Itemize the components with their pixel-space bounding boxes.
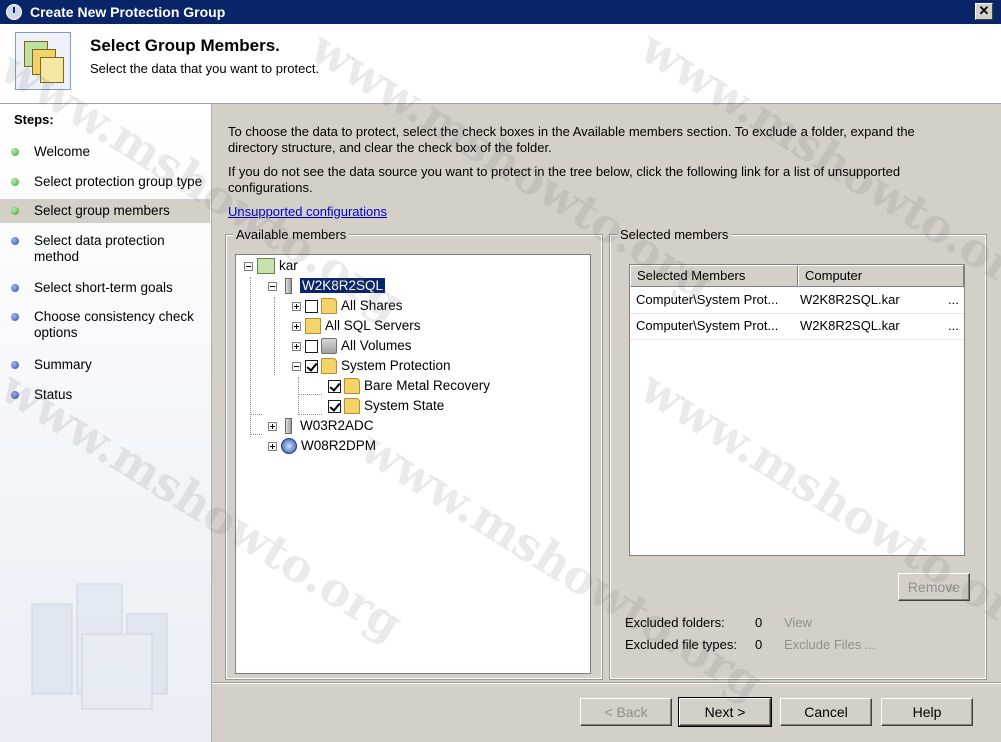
column-computer[interactable]: Computer [798,265,964,287]
selected-members-list[interactable]: Selected Members Computer Computer\Syste… [629,264,965,556]
server-icon [285,278,292,295]
cancel-button[interactable]: Cancel [780,698,872,726]
expand-icon[interactable] [268,421,277,431]
available-members-group: Available members kar W2K8R2SQL All Shar… [225,227,603,680]
bare-metal-recovery-checkbox[interactable] [328,379,341,393]
title-bar: Create New Protection Group ✕ [0,0,1001,24]
step-current-icon [11,207,19,215]
next-button[interactable]: Next > [678,697,772,727]
footer-divider [213,682,1001,684]
step-pending-icon [11,361,19,369]
expand-icon[interactable] [292,341,301,351]
excluded-file-types-count: 0 [755,637,763,652]
step-summary: Summary [0,353,210,377]
tree-node-bare-metal-recovery[interactable]: Bare Metal Recovery [328,377,490,395]
collapse-icon[interactable] [268,281,277,291]
bmr-icon [344,378,360,395]
tree-node-all-volumes[interactable]: All Volumes [292,337,412,355]
tree-node-kar[interactable]: kar [244,257,298,275]
expand-icon[interactable] [292,321,301,331]
app-icon [6,4,22,20]
step-complete-icon [11,178,19,186]
selected-members-group: Selected members Selected Members Comput… [609,227,987,680]
list-item[interactable]: Computer\System Prot... W2K8R2SQL.kar ..… [630,313,964,340]
expand-icon[interactable] [268,441,277,451]
selected-members-label: Selected members [617,227,732,242]
step-select-members: Select group members [0,199,210,223]
collapse-icon[interactable] [292,361,301,371]
exclude-files-link[interactable]: Exclude Files ... [784,637,876,652]
step-welcome: Welcome [0,140,210,164]
system-protection-checkbox[interactable] [305,359,318,373]
step-pending-icon [11,313,19,321]
remove-button[interactable]: Remove [898,573,970,601]
wizard-content: To choose the data to protect, select th… [213,104,1001,682]
excluded-folders-label: Excluded folders: [625,615,725,630]
step-short-term-goals: Select short-term goals [0,276,210,300]
available-members-label: Available members [233,227,350,242]
unsupported-configurations-link[interactable]: Unsupported configurations [228,204,387,219]
unsupported-text: If you do not see the data source you wa… [228,164,901,195]
server-icon [285,418,292,435]
tree-node-all-shares[interactable]: All Shares [292,297,403,315]
shares-icon [321,298,337,315]
step-status: Status [0,383,210,407]
domain-icon [257,258,275,275]
system-state-checkbox[interactable] [328,399,341,413]
wizard-header: Select Group Members. Select the data th… [0,24,1001,104]
list-header: Selected Members Computer [630,265,964,287]
step-consistency-check: Choose consistency check options [0,305,210,345]
servers-illustration [31,583,168,710]
step-pending-icon [11,237,19,245]
help-button[interactable]: Help [881,698,973,726]
all-shares-checkbox[interactable] [305,299,318,313]
steps-title: Steps: [14,112,54,127]
step-select-method: Select data protection method [0,229,210,269]
tree-node-w03r2adc[interactable]: W03R2ADC [268,417,374,435]
tree-node-system-state[interactable]: System State [328,397,444,415]
sql-icon [305,318,321,335]
excluded-folders-count: 0 [755,615,763,630]
all-volumes-checkbox[interactable] [305,339,318,353]
system-protection-icon [321,358,337,375]
close-button[interactable]: ✕ [975,3,993,20]
tree-node-all-sql-servers[interactable]: All SQL Servers [292,317,421,335]
volumes-icon [321,338,337,355]
page-subtitle: Select the data that you want to protect… [90,61,320,76]
tree-node-w08r2dpm[interactable]: W08R2DPM [268,437,376,455]
expand-icon[interactable] [292,301,301,311]
tree-node-w2k8r2sql[interactable]: W2K8R2SQL [268,277,387,295]
excluded-file-types-label: Excluded file types: [625,637,738,652]
step-complete-icon [11,148,19,156]
list-item[interactable]: Computer\System Prot... W2K8R2SQL.kar ..… [630,287,964,314]
page-title: Select Group Members. [90,36,280,55]
column-selected-members[interactable]: Selected Members [630,265,798,287]
steps-sidebar: Steps: Welcome Select protection group t… [0,104,212,742]
back-button[interactable]: < Back [580,698,672,726]
step-select-type: Select protection group type [0,170,210,194]
view-excluded-folders-link[interactable]: View [784,615,812,630]
available-members-tree[interactable]: kar W2K8R2SQL All Shares All SQL Servers… [235,254,591,674]
dpm-icon [281,438,297,455]
step-pending-icon [11,391,19,399]
tree-node-system-protection[interactable]: System Protection [292,357,451,375]
window-title: Create New Protection Group [30,4,226,20]
system-state-icon [344,398,360,415]
protection-group-icon [15,32,71,90]
step-pending-icon [11,284,19,292]
collapse-icon[interactable] [244,261,253,271]
instructions-text: To choose the data to protect, select th… [228,124,915,155]
